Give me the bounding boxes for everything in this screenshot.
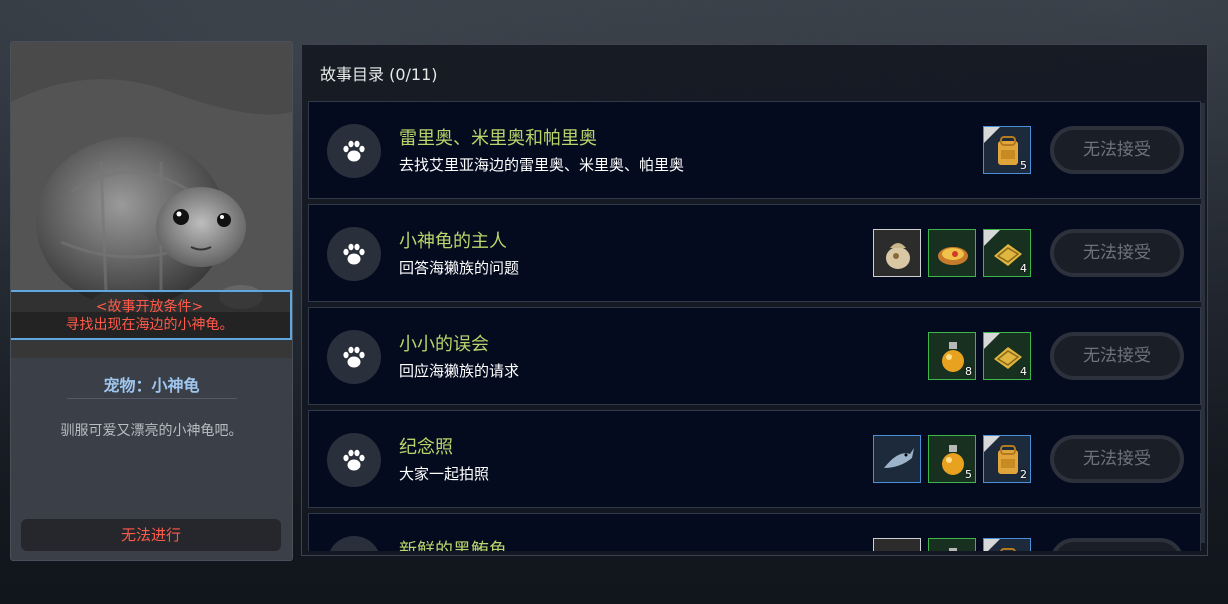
reward-potion-icon[interactable] — [928, 538, 976, 551]
quest-description: 去找艾里亚海边的雷里奥、米里奥、帕里奥 — [399, 156, 685, 174]
quest-row[interactable]: 小神龟的主人 回答海獭族的问题 4 无法接受 — [308, 204, 1201, 302]
quest-list[interactable]: 雷里奥、米里奥和帕里奥 去找艾里亚海边的雷里奥、米里奥、帕里奥 5 无法接受 小神龟的主… — [308, 101, 1201, 551]
reward-backpack-icon[interactable]: 2 — [983, 435, 1031, 483]
reward-count: 4 — [1020, 262, 1027, 275]
paw-icon — [327, 536, 381, 551]
story-list-panel: 故事目录 (0/11) 雷里奥、米里奥和帕里奥去找艾里亚海边的雷里奥、米里奥、帕… — [301, 44, 1208, 556]
quest-title: 小神龟的主人 — [399, 231, 507, 252]
reward-count: 5 — [965, 468, 972, 481]
quest-description: 大家一起拍照 — [399, 465, 490, 483]
quest-title: 新鲜的黑鲔鱼 — [399, 540, 507, 551]
reward-fish-icon[interactable] — [873, 538, 921, 551]
quest-row[interactable]: 雷里奥、米里奥和帕里奥去找艾里亚海边的雷里奥、米里奥、帕里奥 5 无法接受 — [308, 101, 1201, 199]
cannot-accept-button[interactable]: 无法接受 — [1050, 332, 1184, 380]
reward-count: 5 — [1020, 159, 1027, 172]
quest-row[interactable]: 新鲜的黑鲔鱼 — [308, 513, 1201, 551]
story-open-condition: <故事开放条件> 寻找出现在海边的小神龟。 — [11, 290, 292, 340]
quest-title: 纪念照 — [399, 437, 453, 458]
reward-potion-icon[interactable]: 8 — [928, 332, 976, 380]
divider — [67, 398, 237, 399]
bound-corner-icon — [984, 333, 1000, 349]
pet-description: 驯服可爱又漂亮的小神龟吧。 — [60, 423, 243, 439]
quest-description: 回答海獭族的问题 — [399, 259, 520, 277]
reward-count: 2 — [1020, 468, 1027, 481]
paw-icon — [327, 124, 381, 178]
reward-fish-icon[interactable] — [873, 435, 921, 483]
condition-text: 寻找出现在海边的小神龟。 — [65, 317, 234, 333]
paw-icon — [327, 330, 381, 384]
reward-count: 4 — [1020, 365, 1027, 378]
reward-backpack-icon[interactable]: 5 — [983, 126, 1031, 174]
quest-description: 回应海獭族的请求 — [399, 362, 520, 380]
reward-pet-food-sack-icon[interactable] — [873, 229, 921, 277]
reward-potion-icon[interactable]: 5 — [928, 435, 976, 483]
reward-dish-icon[interactable] — [928, 229, 976, 277]
quest-row[interactable]: 纪念照大家一起拍照 5 2 无法接受 — [308, 410, 1201, 508]
cannot-accept-button[interactable]: 无法接受 — [1050, 229, 1184, 277]
cannot-accept-button[interactable] — [1050, 538, 1184, 551]
bound-corner-icon — [984, 436, 1000, 452]
paw-icon — [327, 227, 381, 281]
bound-corner-icon — [984, 230, 1000, 246]
story-list-title: 故事目录 (0/11) — [320, 65, 438, 84]
bound-corner-icon — [984, 539, 1000, 551]
pet-story-panel: <故事开放条件> 寻找出现在海边的小神龟。 宠物：小神龟 驯服可爱又漂亮的小神龟… — [10, 41, 293, 561]
pet-name: 宠物：小神龟 — [103, 376, 200, 395]
cannot-accept-button[interactable]: 无法接受 — [1050, 435, 1184, 483]
cannot-proceed-button[interactable]: 无法进行 — [21, 519, 281, 551]
scrollbar[interactable] — [1201, 103, 1205, 543]
condition-title: <故事开放条件> — [95, 299, 204, 315]
reward-fish-basket-icon[interactable]: 4 — [983, 229, 1031, 277]
reward-count: 8 — [965, 365, 972, 378]
cannot-accept-button[interactable]: 无法接受 — [1050, 126, 1184, 174]
paw-icon — [327, 433, 381, 487]
bound-corner-icon — [984, 127, 1000, 143]
reward-backpack-icon[interactable] — [983, 538, 1031, 551]
quest-title: 雷里奥、米里奥和帕里奥 — [399, 128, 597, 149]
quest-row[interactable]: 小小的误会回应海獭族的请求 8 4 无法接受 — [308, 307, 1201, 405]
reward-fish-basket-icon[interactable]: 4 — [983, 332, 1031, 380]
quest-title: 小小的误会 — [399, 334, 489, 355]
